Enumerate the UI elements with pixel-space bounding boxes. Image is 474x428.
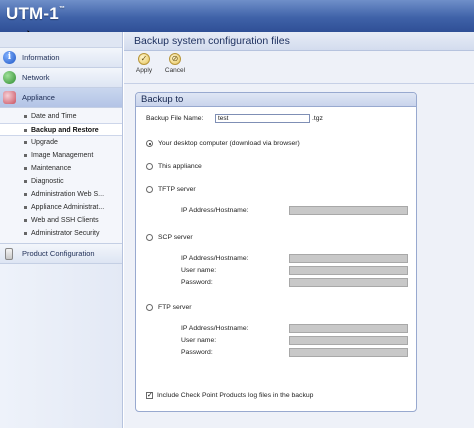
cancel-icon: ⊘ xyxy=(169,53,181,65)
sidebar-item-label: Network xyxy=(22,73,50,82)
radio-scp-server-label: SCP server xyxy=(158,234,193,241)
sidebar-item-image-management[interactable]: Image Management xyxy=(0,149,122,162)
page-title-bar: Backup system configuration files xyxy=(124,32,474,51)
page-title: Backup system configuration files xyxy=(134,35,290,47)
sidebar-item-label: Product Configuration xyxy=(22,249,95,258)
scp-password-input[interactable] xyxy=(289,278,408,287)
radio-scp-server[interactable] xyxy=(146,234,153,241)
sidebar-item-product-configuration[interactable]: Product Configuration xyxy=(0,244,122,264)
app-header: UTM-1™ xyxy=(0,0,474,32)
backup-file-name-input[interactable]: test xyxy=(215,114,310,123)
radio-tftp-server-label: TFTP server xyxy=(158,186,196,193)
sidebar-item-label: Appliance xyxy=(22,93,55,102)
sidebar-item-network[interactable]: Network xyxy=(0,68,122,88)
logo-mark: ™ xyxy=(58,6,66,12)
sidebar: i Information Network Appliance Date and… xyxy=(0,32,123,428)
checkmark-icon: ✓ xyxy=(138,53,150,65)
sidebar-item-date-and-time[interactable]: Date and Time xyxy=(0,110,122,123)
radio-desktop[interactable] xyxy=(146,140,153,147)
backup-file-name-label: Backup File Name: xyxy=(146,115,204,122)
logo-text: UTM-1 xyxy=(6,4,59,23)
sidebar-item-maintenance[interactable]: Maintenance xyxy=(0,162,122,175)
ftp-ip-input[interactable] xyxy=(289,324,408,333)
toolbar: ✓ Apply ⊘ Cancel xyxy=(124,51,474,83)
sidebar-item-label: Information xyxy=(22,53,60,62)
ftp-user-label: User name: xyxy=(181,337,217,344)
document-icon xyxy=(5,248,13,260)
file-suffix: .tgz xyxy=(312,115,323,122)
radio-desktop-label: Your desktop computer (download via brow… xyxy=(158,140,300,147)
radio-tftp-server[interactable] xyxy=(146,186,153,193)
sidebar-item-web-and-ssh-clients[interactable]: Web and SSH Clients xyxy=(0,214,122,227)
sidebar-item-backup-and-restore[interactable]: Backup and Restore xyxy=(0,123,122,136)
ftp-user-input[interactable] xyxy=(289,336,408,345)
include-logs-label: Include Check Point Products log files i… xyxy=(157,392,314,399)
radio-ftp-server-label: FTP server xyxy=(158,304,192,311)
radio-ftp-server[interactable] xyxy=(146,304,153,311)
panel-heading: Backup to xyxy=(136,93,416,107)
appliance-submenu: Date and Time Backup and Restore Upgrade… xyxy=(0,108,122,244)
sidebar-top-strip xyxy=(0,32,122,48)
ftp-ip-label: IP Address/Hostname: xyxy=(181,325,249,332)
apply-button[interactable]: ✓ Apply xyxy=(131,53,157,74)
product-logo: UTM-1™ xyxy=(6,4,65,24)
sidebar-item-information[interactable]: i Information xyxy=(0,48,122,68)
network-icon xyxy=(3,71,16,84)
ftp-password-input[interactable] xyxy=(289,348,408,357)
scp-user-label: User name: xyxy=(181,267,217,274)
radio-this-appliance-label: This appliance xyxy=(158,163,202,170)
main-content: Backup system configuration files ✓ Appl… xyxy=(124,32,474,428)
scp-password-label: Password: xyxy=(181,279,213,286)
apply-label: Apply xyxy=(135,67,153,74)
sidebar-item-diagnostic[interactable]: Diagnostic xyxy=(0,175,122,188)
sidebar-item-upgrade[interactable]: Upgrade xyxy=(0,136,122,149)
tftp-ip-label: IP Address/Hostname: xyxy=(181,207,249,214)
scp-ip-label: IP Address/Hostname: xyxy=(181,255,249,262)
sidebar-item-appliance-administration[interactable]: Appliance Administrat... xyxy=(0,201,122,214)
toolbar-divider xyxy=(124,83,474,84)
info-icon: i xyxy=(3,51,16,64)
scp-user-input[interactable] xyxy=(289,266,408,275)
sidebar-item-administrator-security[interactable]: Administrator Security xyxy=(0,227,122,240)
radio-this-appliance[interactable] xyxy=(146,163,153,170)
ftp-password-label: Password: xyxy=(181,349,213,356)
appliance-icon xyxy=(3,91,16,104)
cancel-button[interactable]: ⊘ Cancel xyxy=(162,53,188,74)
backup-to-panel: Backup to Backup File Name: test .tgz Yo… xyxy=(135,92,417,412)
sidebar-item-appliance[interactable]: Appliance xyxy=(0,88,122,108)
include-logs-checkbox[interactable]: ✓ xyxy=(146,392,153,399)
scp-ip-input[interactable] xyxy=(289,254,408,263)
sidebar-item-administration-web-server[interactable]: Administration Web S... xyxy=(0,188,122,201)
cancel-label: Cancel xyxy=(164,67,186,74)
tftp-ip-input[interactable] xyxy=(289,206,408,215)
